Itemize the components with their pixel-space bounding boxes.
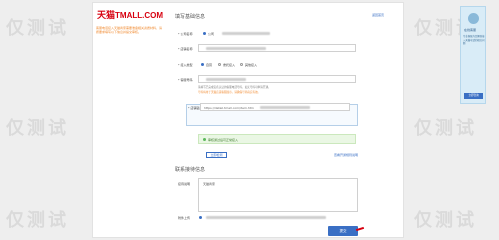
shop-label: * 店铺名称 [178,47,193,51]
back-home-link[interactable]: 返回首页 [372,13,384,17]
service-body: 专业客服为您解答接入天猫电话的相关问题 [463,35,485,46]
link-value-blur [260,106,310,109]
type-opt-3: 其他接入 [245,63,258,67]
attachment-radio[interactable] [199,216,202,219]
logo-en: TMALL.COM [115,11,164,20]
type-label: * 接入类型 [178,63,193,67]
tmall-logo[interactable]: 天猫TMALL.COM [97,8,163,21]
watermark: 仅测试 [6,210,69,231]
company-radio[interactable] [203,32,206,35]
success-text: 审核通过后可正常接入 [208,137,239,142]
section-title-contact: 联系接待信息 [175,167,206,173]
service-title: 在线客服 [464,28,477,32]
type-opt-2: 委托接入 [223,63,236,67]
check-icon [203,138,206,141]
number-note-1: 请填写已完成实名认证的客服电话号码，如无号码可申请开通。 [198,86,271,89]
rules-link[interactable]: 查看开通规则说明 [334,153,358,157]
attachment-label: 附件上传 [178,216,191,220]
company-label: * 公司名称 [178,32,193,36]
submit-button[interactable]: 提交 [328,226,358,236]
watermark: 仅测试 [414,118,477,139]
watermark: 仅测试 [6,118,69,139]
logo-cn: 天猫 [97,11,116,21]
company-radio-label: 公司 [208,32,215,36]
number-value-blur [206,78,246,81]
shop-value-blur [206,47,266,50]
link-value: https://detail.tmall.com/item.htm [204,106,254,110]
check-button[interactable]: 立即检测 [206,152,227,158]
number-note-2: 号码将用于天猫店铺客服展示，请确保号码真实有效。 [198,91,261,94]
watermark: 仅测试 [6,18,69,39]
type-radio-1[interactable] [201,63,204,66]
consult-button[interactable]: 立即咨询 [464,93,483,99]
success-alert: 审核通过后可正常接入 [198,134,356,144]
textarea-value: 天猫商家 [203,182,216,186]
type-radio-3[interactable] [240,63,243,66]
type-opt-1: 自营 [206,63,213,67]
avatar [468,13,479,24]
number-label: * 客服号码 [178,78,193,82]
type-radio-2[interactable] [218,63,221,66]
company-value-blur [222,32,270,35]
description-textarea[interactable]: 天猫商家 [198,178,358,212]
notice-text: 客服电话接入天猫商家需要准备相关资质材料，请按要求填写以下信息并提交审核。 [96,26,163,35]
service-float-panel: 在线客服 专业客服为您解答接入天猫电话的相关问题 立即咨询 [460,6,486,104]
section-title-basic: 填写基础信息 [175,14,206,20]
watermark: 仅测试 [414,210,477,231]
page-root: 仅测试 仅测试 仅测试 仅测试 仅测试 仅测试 天猫TMALL.COM 返回首页… [0,0,499,240]
textarea-label: 接待说明 [178,182,191,186]
attachment-value-blur [206,216,326,219]
